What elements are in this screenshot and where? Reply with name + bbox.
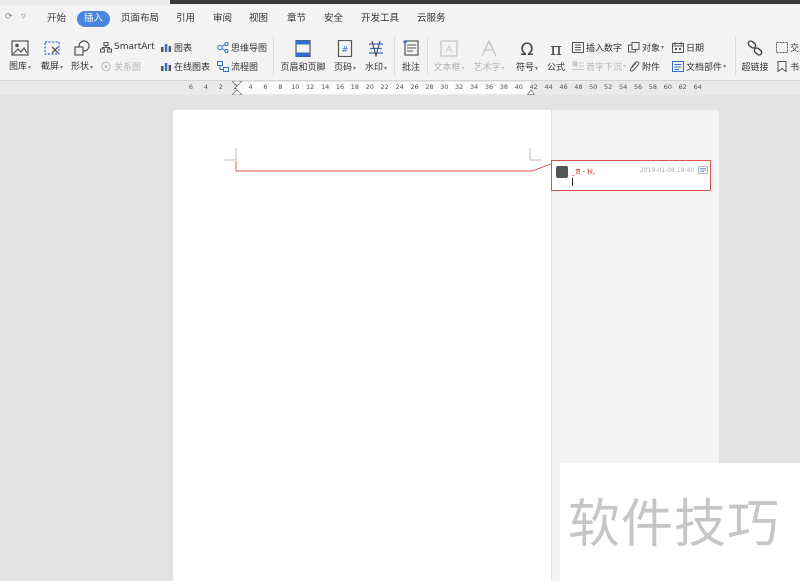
comment-timestamp: 2019-01-08 18:40 [640,167,695,174]
comment-author: _贵・秋。 [572,169,600,176]
avatar [556,166,568,178]
watermark-text: 软件技巧 [568,495,781,555]
text-cursor [572,178,573,186]
comment-balloon[interactable]: _贵・秋。 2019-01-08 18:40 [551,160,711,191]
comment-menu-icon[interactable] [698,166,708,174]
